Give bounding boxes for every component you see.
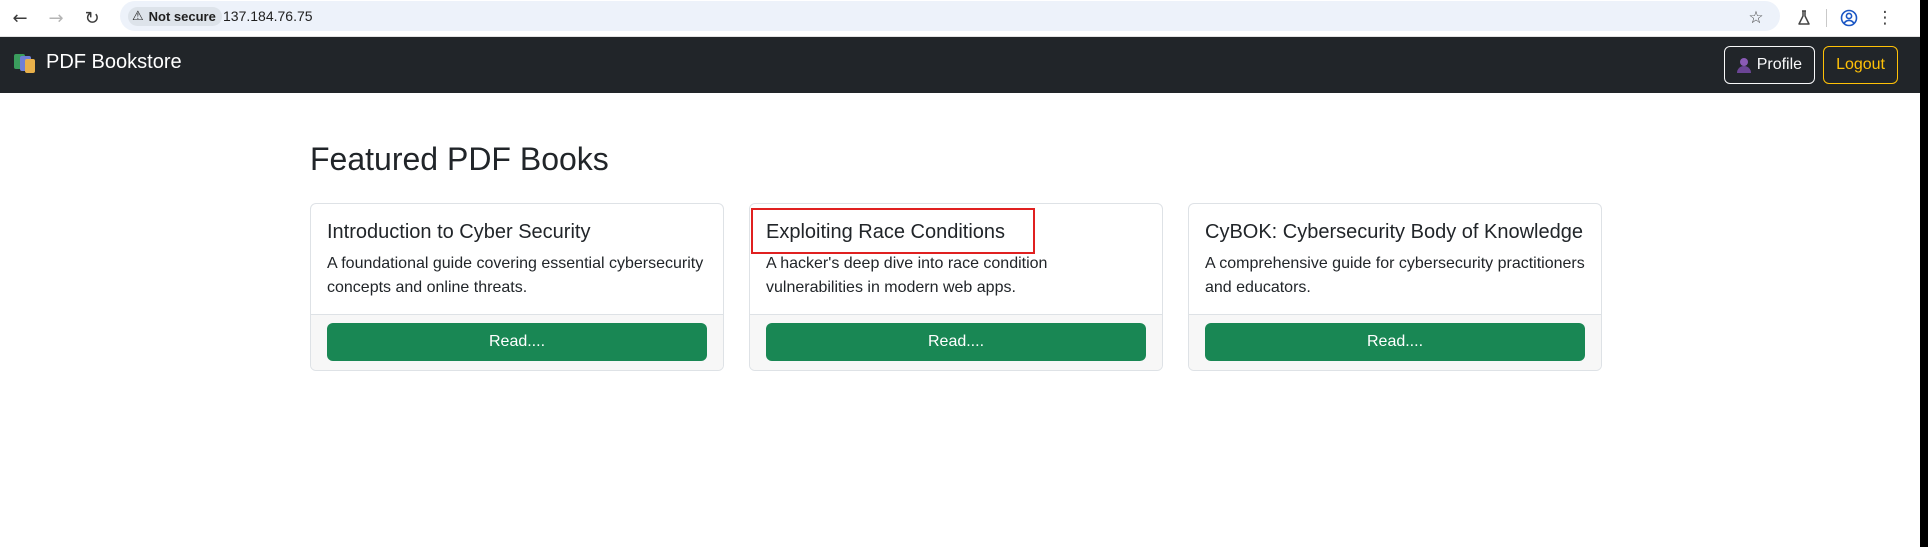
bookmark-star-icon[interactable]: ☆ <box>1742 4 1770 32</box>
security-label: Not secure <box>148 9 216 24</box>
brand-name: PDF Bookstore <box>46 51 182 73</box>
user-icon <box>1736 57 1751 73</box>
browser-toolbar: ← → ↻ ⚠ Not secure 137.184.76.75 ☆ ⋮ <box>0 0 1920 37</box>
read-button[interactable]: Read.... <box>766 323 1146 361</box>
toolbar-divider <box>1826 9 1827 27</box>
book-title: CyBOK: Cybersecurity Body of Knowledge <box>1205 221 1583 243</box>
book-card: Introduction to Cyber Security A foundat… <box>310 203 724 371</box>
menu-kebab-icon[interactable]: ⋮ <box>1871 4 1899 32</box>
logout-button[interactable]: Logout <box>1823 46 1898 84</box>
books-logo-icon <box>14 52 36 74</box>
profile-button[interactable]: Profile <box>1723 46 1816 84</box>
book-title: Introduction to Cyber Security <box>327 221 591 243</box>
book-card: CyBOK: Cybersecurity Body of Knowledge A… <box>1188 203 1602 371</box>
profile-label: Profile <box>1756 56 1803 73</box>
card-footer: Read.... <box>1189 314 1601 370</box>
reload-icon[interactable]: ↻ <box>78 4 106 32</box>
book-title: Exploiting Race Conditions <box>766 221 1006 243</box>
warning-icon: ⚠ <box>132 9 144 24</box>
book-card: Exploiting Race Conditions A hacker's de… <box>749 203 1163 371</box>
book-description: A hacker's deep dive into race condition… <box>766 255 1048 296</box>
back-icon[interactable]: ← <box>6 4 34 32</box>
app-navbar: PDF Bookstore Profile Logout <box>0 37 1920 93</box>
forward-icon[interactable]: → <box>42 4 70 32</box>
brand-link[interactable]: PDF Bookstore <box>14 51 182 74</box>
security-chip[interactable]: ⚠ Not secure <box>128 7 222 26</box>
book-description: A comprehensive guide for cybersecurity … <box>1205 255 1585 296</box>
card-footer: Read.... <box>750 314 1162 370</box>
read-button[interactable]: Read.... <box>327 323 707 361</box>
card-footer: Read.... <box>311 314 723 370</box>
labs-flask-icon[interactable] <box>1790 4 1818 32</box>
book-card-list: Introduction to Cyber Security A foundat… <box>310 203 1602 371</box>
browser-viewport: ← → ↻ ⚠ Not secure 137.184.76.75 ☆ ⋮ PDF… <box>0 0 1920 547</box>
account-icon[interactable] <box>1835 4 1863 32</box>
address-bar[interactable]: ⚠ Not secure 137.184.76.75 <box>120 1 1780 31</box>
read-button[interactable]: Read.... <box>1205 323 1585 361</box>
page-title: Featured PDF Books <box>310 141 609 177</box>
book-description: A foundational guide covering essential … <box>327 255 704 296</box>
url-text[interactable]: 137.184.76.75 <box>223 8 313 24</box>
